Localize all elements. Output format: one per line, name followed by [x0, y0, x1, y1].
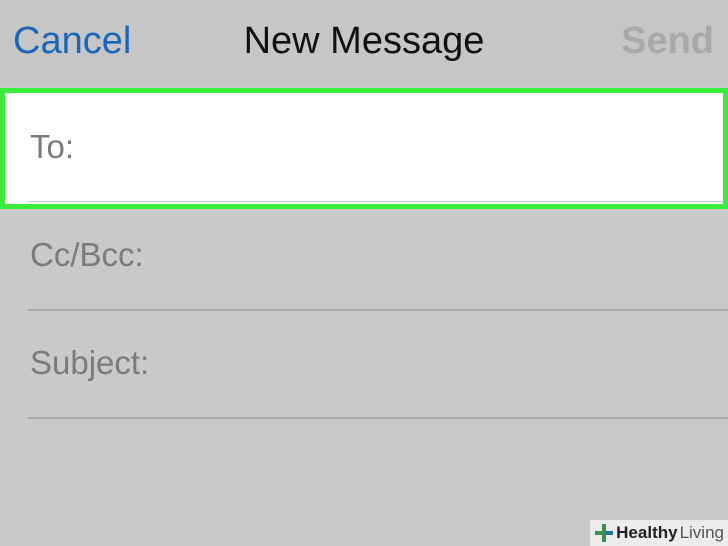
to-field[interactable]: To:: [0, 88, 728, 209]
watermark-bold-text: Healthy: [616, 523, 678, 542]
subject-input[interactable]: [176, 343, 708, 385]
divider: [28, 201, 723, 202]
compose-screen: Cancel New Message Send To: Cc/Bcc: Subj…: [0, 0, 728, 546]
divider: [28, 417, 728, 419]
cancel-button[interactable]: Cancel: [13, 18, 131, 64]
cc-bcc-label: Cc/Bcc:: [30, 236, 144, 273]
send-button[interactable]: Send: [621, 18, 714, 64]
subject-label: Subject:: [30, 344, 150, 381]
to-label: To:: [30, 128, 75, 165]
to-input[interactable]: [105, 127, 703, 169]
watermark-light-text: Living: [679, 523, 724, 542]
plus-cross-icon: [595, 524, 614, 542]
subject-field[interactable]: Subject:: [0, 311, 728, 419]
cc-bcc-input[interactable]: [170, 235, 708, 277]
cc-bcc-field[interactable]: Cc/Bcc:: [0, 209, 728, 311]
watermark: Healthy Living: [590, 520, 728, 546]
navigation-bar: Cancel New Message Send: [0, 0, 728, 86]
